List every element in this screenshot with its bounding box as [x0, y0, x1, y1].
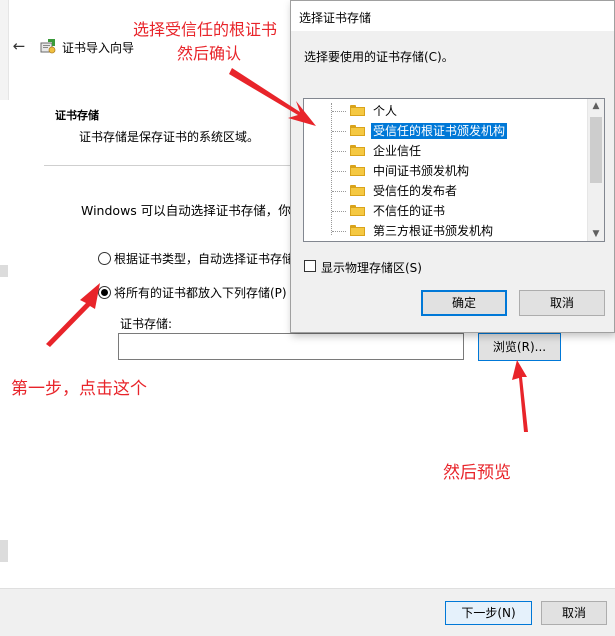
- tree-item-label[interactable]: 受信任的根证书颁发机构: [371, 123, 508, 139]
- tree-connector: [332, 111, 346, 113]
- browse-button[interactable]: 浏览(R)...: [478, 333, 561, 361]
- tree-vertical-connector: [331, 103, 333, 235]
- folder-icon: [350, 145, 365, 156]
- certificate-store-field[interactable]: [118, 333, 464, 360]
- tree-connector: [332, 231, 346, 233]
- scrollbar-thumb[interactable]: [590, 117, 602, 183]
- section-description: 证书存储是保存证书的系统区域。: [79, 130, 260, 144]
- folder-icon: [350, 165, 365, 176]
- dialog-title: 选择证书存储: [299, 11, 372, 25]
- radio-place-all-in-store-label[interactable]: 将所有的证书都放入下列存储(P): [114, 284, 287, 301]
- tree-item[interactable]: 受信任的根证书颁发机构: [328, 121, 588, 141]
- folder-icon: [350, 205, 365, 216]
- tree-item[interactable]: 不信任的证书: [328, 201, 588, 221]
- wizard-title: 证书导入向导: [62, 41, 135, 55]
- tree-scrollbar[interactable]: ▲ ▼: [587, 99, 604, 241]
- tree-item-label[interactable]: 第三方根证书颁发机构: [371, 223, 495, 239]
- select-certificate-store-dialog: 选择证书存储 选择要使用的证书存储(C)。 个人受信任的根证书颁发机构 企业信任中…: [290, 0, 615, 333]
- tree-item[interactable]: 受信任的发布者: [328, 181, 588, 201]
- header-divider: [44, 165, 304, 166]
- folder-icon: [350, 225, 365, 236]
- certificate-store-tree[interactable]: 个人受信任的根证书颁发机构 企业信任中间证书颁发机构 受信任的发布者 不信任的证书第三…: [303, 98, 605, 242]
- next-button[interactable]: 下一步(N): [445, 601, 532, 625]
- tree-item[interactable]: 第三方根证书颁发机构: [328, 221, 588, 241]
- tree-item-label[interactable]: 受信任的发布者: [371, 183, 459, 199]
- scroll-up-icon[interactable]: ▲: [588, 99, 604, 113]
- dialog-cancel-button[interactable]: 取消: [519, 290, 605, 316]
- tree-connector: [332, 191, 346, 193]
- radio-auto-select-label[interactable]: 根据证书类型，自动选择证书存储: [114, 250, 294, 267]
- tree-item-label[interactable]: 企业信任: [371, 143, 423, 159]
- folder-icon: [350, 105, 365, 116]
- ok-button[interactable]: 确定: [421, 290, 507, 316]
- folder-icon: [350, 125, 365, 136]
- certificate-store-label: 证书存储:: [120, 317, 173, 331]
- tree-connector: [332, 131, 346, 133]
- back-arrow-icon[interactable]: ←: [10, 37, 28, 55]
- cancel-button[interactable]: 取消: [541, 601, 607, 625]
- radio-place-all-in-store[interactable]: [98, 286, 111, 299]
- tree-item[interactable]: 企业信任: [328, 141, 588, 161]
- tree-item-label[interactable]: 中间证书颁发机构: [371, 163, 471, 179]
- show-physical-stores-checkbox[interactable]: [304, 260, 316, 272]
- tree-item-label[interactable]: 不信任的证书: [371, 203, 447, 219]
- section-title: 证书存储: [55, 109, 99, 122]
- background-window-edge: [0, 0, 9, 100]
- annotation-then-browse: 然后预览: [443, 463, 511, 483]
- tree-item[interactable]: 个人: [328, 101, 588, 121]
- tree-connector: [332, 171, 346, 173]
- folder-icon: [350, 185, 365, 196]
- show-physical-stores-label[interactable]: 显示物理存储区(S): [321, 259, 422, 276]
- auto-select-description: Windows 可以自动选择证书存储，你也: [81, 203, 304, 218]
- background-window-edge: [0, 540, 8, 562]
- annotation-select-trusted-root: 选择受信任的根证书: [133, 20, 278, 39]
- annotation-then-confirm: 然后确认: [177, 44, 242, 63]
- tree-connector: [332, 151, 346, 153]
- certificate-wizard-icon: [40, 39, 56, 54]
- radio-auto-select[interactable]: [98, 252, 111, 265]
- tree-connector: [332, 211, 346, 213]
- annotation-step-one: 第一步，点击这个: [11, 379, 147, 399]
- tree-item-label[interactable]: 个人: [371, 103, 399, 119]
- tree-item[interactable]: 中间证书颁发机构: [328, 161, 588, 181]
- background-window-edge: [0, 265, 8, 277]
- dialog-prompt: 选择要使用的证书存储(C)。: [304, 50, 454, 64]
- scroll-down-icon[interactable]: ▼: [588, 227, 604, 241]
